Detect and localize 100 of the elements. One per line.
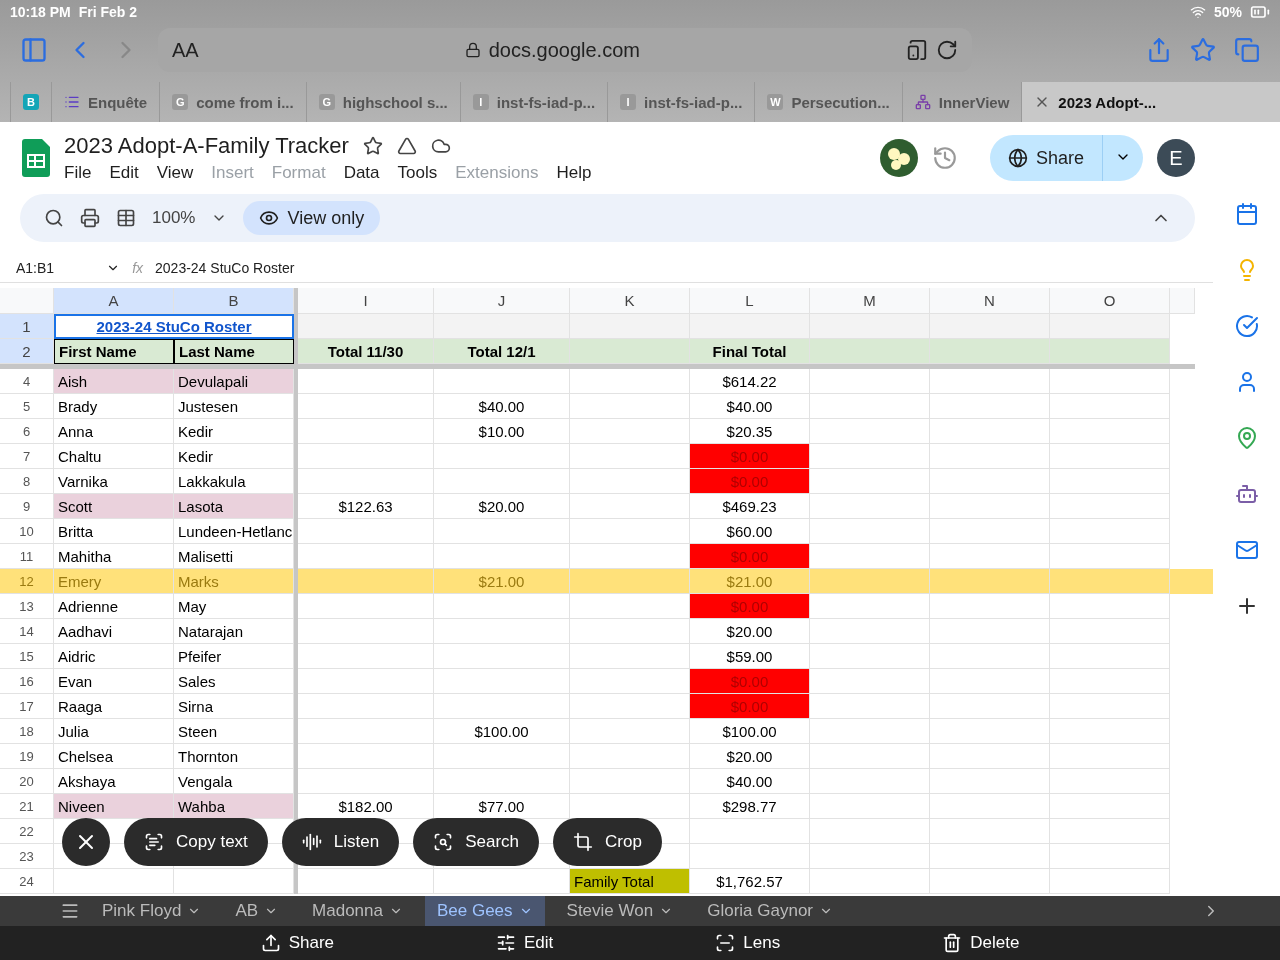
- table-cell: $20.00: [690, 744, 810, 769]
- star-icon[interactable]: [1190, 37, 1216, 63]
- sheet-tab[interactable]: Gloria Gaynor: [695, 896, 845, 926]
- name-box[interactable]: A1:B1: [16, 260, 55, 276]
- column-header[interactable]: N: [930, 288, 1050, 314]
- drive-icon[interactable]: [396, 136, 417, 156]
- calendar-icon[interactable]: [1234, 202, 1259, 226]
- row-number[interactable]: 22: [0, 819, 54, 844]
- nodes-icon: [914, 94, 931, 110]
- column-header[interactable]: K: [570, 288, 690, 314]
- column-header[interactable]: B: [174, 288, 294, 314]
- action-button[interactable]: Share: [254, 932, 341, 954]
- table-cell: $20.00: [434, 494, 570, 519]
- row-number[interactable]: 14: [0, 619, 54, 644]
- roster-link[interactable]: 2023-24 StuCo Roster: [54, 314, 294, 339]
- flower-avatar-icon[interactable]: [879, 139, 918, 177]
- row-number[interactable]: 24: [0, 869, 54, 894]
- mail-icon[interactable]: [1234, 538, 1259, 562]
- sheet-tab[interactable]: Pink Floyd: [90, 896, 214, 926]
- row-number[interactable]: 8: [0, 469, 54, 494]
- table-cell: Lasota: [174, 494, 294, 519]
- column-header[interactable]: J: [434, 288, 570, 314]
- table-cell: $40.00: [690, 394, 810, 419]
- row-number[interactable]: 15: [0, 644, 54, 669]
- row-number[interactable]: 13: [0, 594, 54, 619]
- star-icon[interactable]: [362, 136, 383, 156]
- sheet-tab[interactable]: Madonna: [300, 896, 415, 926]
- header-cell: Total 12/1: [434, 339, 570, 364]
- menu-item[interactable]: Help: [556, 163, 592, 183]
- row-number[interactable]: 7: [0, 444, 54, 469]
- table-cell: $298.77: [690, 794, 810, 819]
- sheet-tab[interactable]: Bee Gees: [424, 896, 545, 926]
- site-letter-icon: G: [318, 94, 335, 110]
- row-number[interactable]: 18: [0, 719, 54, 744]
- cloud-icon[interactable]: [430, 136, 451, 156]
- column-header[interactable]: A: [54, 288, 174, 314]
- menu-item[interactable]: Edit: [109, 163, 139, 183]
- column-header[interactable]: M: [810, 288, 930, 314]
- row-number[interactable]: 17: [0, 694, 54, 719]
- row-number[interactable]: 16: [0, 669, 54, 694]
- table-cell: Britta: [54, 519, 174, 544]
- site-letter-icon: G: [172, 94, 189, 110]
- row-number[interactable]: 20: [0, 769, 54, 794]
- bookmark-badge: B: [23, 94, 39, 110]
- row-number[interactable]: 1: [0, 314, 54, 339]
- lens-chip[interactable]: Copy text: [124, 818, 268, 866]
- sheet-tab[interactable]: Stevie Won: [554, 896, 686, 926]
- lens-chip[interactable]: Crop: [553, 818, 662, 866]
- lens-chip[interactable]: Listen: [281, 818, 400, 866]
- status-time: 10:18 PM: [10, 4, 71, 20]
- column-header[interactable]: I: [298, 288, 434, 314]
- share-button[interactable]: Share: [989, 135, 1102, 181]
- action-button[interactable]: Lens: [709, 932, 787, 954]
- column-header[interactable]: O: [1050, 288, 1170, 314]
- account-avatar[interactable]: E: [1157, 139, 1195, 177]
- menu-item[interactable]: Tools: [397, 163, 438, 183]
- robot-icon[interactable]: [1234, 482, 1259, 506]
- sheet-tab[interactable]: AB: [223, 896, 291, 926]
- alert-cell: $0.00: [690, 694, 810, 719]
- corner-cell[interactable]: [0, 288, 54, 314]
- device-icon[interactable]: [906, 39, 928, 61]
- row-number[interactable]: 23: [0, 844, 54, 869]
- menu-item[interactable]: Data: [343, 163, 380, 183]
- action-button[interactable]: Edit: [490, 932, 560, 954]
- share-icon: [260, 933, 281, 953]
- table-cell: Devulapali: [174, 369, 294, 394]
- browser-tab[interactable]: 2023 Adopt-...: [1021, 82, 1280, 122]
- table-cell: $100.00: [690, 719, 810, 744]
- history-icon[interactable]: [931, 145, 958, 171]
- row-number[interactable]: 10: [0, 519, 54, 544]
- address-bar[interactable]: AA docs.google.com: [158, 28, 972, 72]
- menu-item[interactable]: View: [156, 163, 194, 183]
- sheets-logo-icon[interactable]: [22, 139, 50, 177]
- action-button[interactable]: Delete: [936, 932, 1026, 954]
- table-cell: $21.00: [434, 569, 570, 594]
- menu-item[interactable]: File: [64, 163, 92, 183]
- row-number[interactable]: 5: [0, 394, 54, 419]
- alert-cell: $0.00: [690, 444, 810, 469]
- document-title[interactable]: 2023 Adopt-A-Family Tracker: [64, 133, 349, 159]
- list-icon: [64, 94, 80, 110]
- column-header[interactable]: L: [690, 288, 810, 314]
- close-button[interactable]: [62, 818, 110, 866]
- view-only-button[interactable]: View only: [243, 201, 381, 235]
- lens-chip[interactable]: Search: [413, 818, 540, 866]
- row-number[interactable]: 6: [0, 419, 54, 444]
- formula-content: 2023-24 StuCo Roster: [155, 260, 295, 276]
- row-number[interactable]: 19: [0, 744, 54, 769]
- print-icon[interactable]: [80, 208, 100, 228]
- table-icon[interactable]: [116, 208, 136, 228]
- table-cell: $10.00: [434, 419, 570, 444]
- row-number[interactable]: 2: [0, 339, 54, 364]
- reload-icon[interactable]: [936, 39, 958, 61]
- check-circle-icon[interactable]: [1234, 314, 1259, 338]
- search-icon[interactable]: [44, 208, 64, 228]
- text-size-label[interactable]: AA: [172, 38, 199, 62]
- table-cell: Aidric: [54, 644, 174, 669]
- zoom-level[interactable]: 100%: [152, 208, 196, 228]
- menu-icon[interactable]: [60, 901, 80, 921]
- table-cell: $40.00: [690, 769, 810, 794]
- header-cell: Total 11/30: [298, 339, 434, 364]
